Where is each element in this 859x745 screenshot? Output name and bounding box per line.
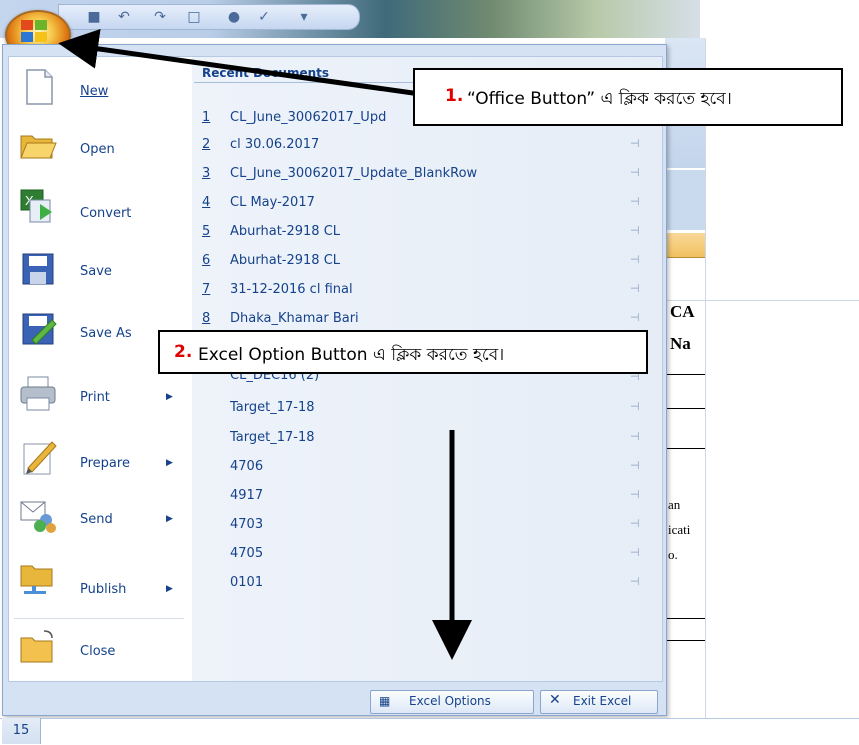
callout-text: Excel Option Button এ ক্লিক করতে হবে। <box>198 345 505 365</box>
callout-step-1: 1. “Office Button” এ ক্লিক করতে হবে। <box>413 68 843 126</box>
callout-number: 1. <box>445 86 464 106</box>
callout-step-2: 2. Excel Option Button এ ক্লিক করতে হবে। <box>158 330 648 374</box>
callout-text: “Office Button” এ ক্লিক করতে হবে। <box>467 89 732 109</box>
arrow-to-office-button <box>58 28 421 97</box>
callout-number: 2. <box>174 342 193 362</box>
